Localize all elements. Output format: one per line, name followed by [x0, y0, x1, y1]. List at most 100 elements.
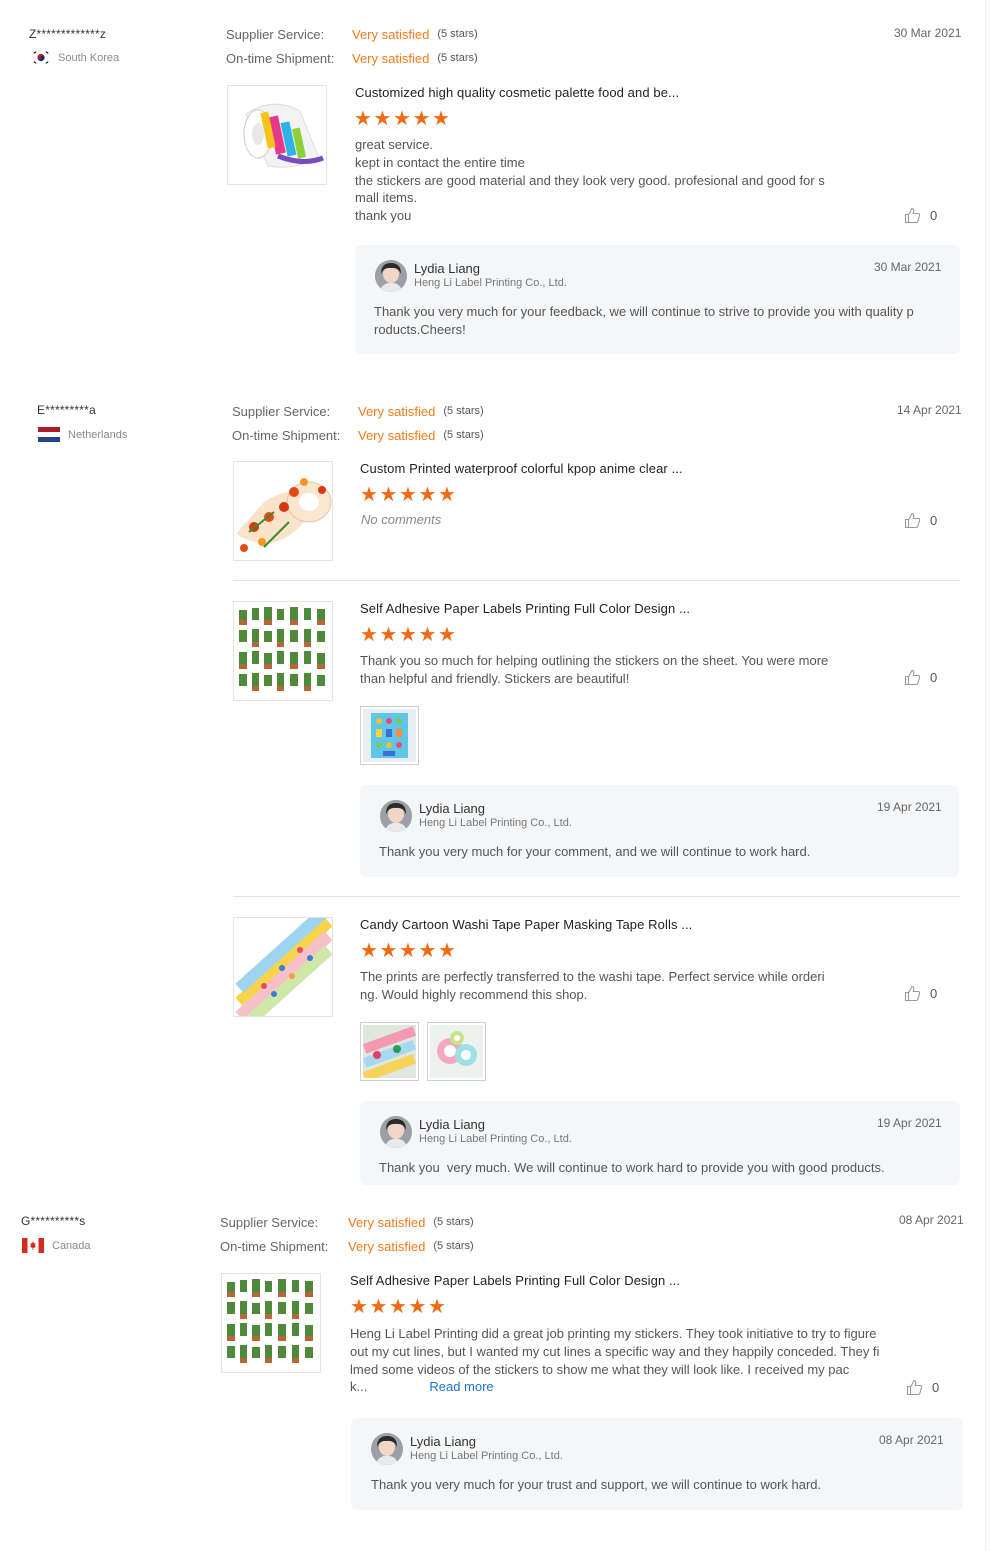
review-photo[interactable]: [427, 1022, 486, 1081]
avatar: [380, 800, 412, 832]
like-button[interactable]: 0: [906, 1379, 939, 1396]
shipment-row: On-time Shipment: Very satisfied (5 star…: [220, 1234, 474, 1258]
star-icon: ★: [438, 484, 456, 506]
comment-line: thank you: [355, 208, 412, 224]
product-title[interactable]: Candy Cartoon Washi Tape Paper Masking T…: [360, 917, 692, 932]
comment-line: the stickers are good material and they …: [355, 172, 825, 188]
reply-date: 19 Apr 2021: [877, 800, 942, 814]
review-comment: Heng Li Label Printing did a great job p…: [350, 1325, 879, 1396]
supplier-service-stars: (5 stars): [437, 28, 478, 40]
shipment-label: On-time Shipment:: [226, 50, 335, 66]
comment-line: k... Read more: [350, 1378, 879, 1396]
shipment-row: On-time Shipment: Very satisfied (5 star…: [226, 46, 478, 70]
buyer-name: Z*************z: [29, 27, 107, 41]
buyer-country: Canada: [22, 1238, 91, 1253]
like-count: 0: [932, 1380, 940, 1395]
comment-line: kept in contact the entire time: [355, 154, 525, 170]
reply-line: Thank you very much. We will continue to…: [379, 1160, 885, 1175]
star-icon: ★: [399, 484, 417, 506]
buyer-name: E*********a: [37, 403, 96, 417]
star-icon: ★: [360, 624, 378, 646]
comment-line: out my cut lines, but I wanted my cut li…: [350, 1343, 880, 1359]
shipment-stars: (5 stars): [443, 429, 484, 441]
supplier-service-label: Supplier Service:: [232, 403, 331, 419]
shipment-value: Very satisfied: [358, 427, 436, 443]
star-icon: ★: [438, 624, 456, 646]
supplier-reply: Lydia Liang Heng Li Label Printing Co., …: [355, 245, 960, 354]
shipment-label: On-time Shipment:: [232, 427, 341, 443]
product-title[interactable]: Self Adhesive Paper Labels Printing Full…: [360, 601, 690, 616]
comment-line: ng. Would highly recommend this shop.: [360, 986, 588, 1002]
supplier-service-row: Supplier Service: Very satisfied (5 star…: [232, 399, 484, 423]
like-button[interactable]: 0: [904, 669, 937, 686]
like-button[interactable]: 0: [904, 207, 937, 224]
product-divider: [233, 580, 960, 581]
shipment-value: Very satisfied: [352, 50, 430, 66]
product-title[interactable]: Customized high quality cosmetic palette…: [355, 85, 679, 100]
star-icon: ★: [399, 940, 417, 962]
star-icon: ★: [354, 108, 372, 130]
like-count: 0: [930, 670, 938, 685]
supplier-service-value: Very satisfied: [358, 403, 436, 419]
product-thumbnail[interactable]: [227, 85, 327, 185]
star-icon: ★: [432, 108, 450, 130]
netherlands-flag-icon: [38, 427, 60, 442]
review-date: 08 Apr 2021: [899, 1213, 964, 1227]
star-icon: ★: [438, 940, 456, 962]
star-icon: ★: [412, 108, 431, 130]
product-rating: ★ ★ ★ ★ ★: [360, 485, 458, 505]
product-divider: [233, 896, 960, 897]
country-label: Netherlands: [68, 428, 128, 441]
product-rating: ★ ★ ★ ★ ★: [354, 109, 452, 129]
thumbs-up-icon: [904, 985, 921, 1002]
thumbs-up-icon: [904, 512, 921, 529]
star-icon: ★: [418, 940, 437, 962]
canada-flag-icon: [22, 1238, 44, 1253]
supplier-service-row: Supplier Service: Very satisfied (5 star…: [220, 1210, 474, 1234]
thumbs-up-icon: [904, 207, 921, 224]
like-button[interactable]: 0: [904, 985, 937, 1002]
reply-line: roducts.Cheers!: [374, 322, 466, 337]
comment-line: The prints are perfectly transferred to …: [360, 969, 825, 984]
star-icon: ★: [428, 1296, 446, 1318]
supplier-service-stars: (5 stars): [443, 405, 484, 417]
like-button[interactable]: 0: [904, 512, 937, 529]
review-comment: The prints are perfectly transferred to …: [360, 968, 825, 1004]
product-thumbnail[interactable]: [233, 917, 333, 1017]
like-count: 0: [930, 986, 938, 1001]
review-photo[interactable]: [360, 1022, 419, 1081]
star-icon: ★: [369, 1296, 388, 1318]
buyer-name: G**********s: [21, 1214, 86, 1228]
comment-line: than helpful and friendly. Stickers are …: [360, 670, 630, 686]
supplier-reply: Lydia Liang Heng Li Label Printing Co., …: [360, 785, 959, 877]
product-thumbnail[interactable]: [233, 601, 333, 701]
avatar: [380, 1116, 412, 1148]
product-rating: ★ ★ ★ ★ ★: [350, 1297, 448, 1317]
star-icon: ★: [408, 1296, 427, 1318]
product-title[interactable]: Custom Printed waterproof colorful kpop …: [360, 461, 683, 476]
shipment-row: On-time Shipment: Very satisfied (5 star…: [232, 423, 484, 447]
review-photo[interactable]: [360, 706, 419, 765]
star-icon: ★: [389, 1296, 407, 1318]
star-icon: ★: [350, 1296, 368, 1318]
product-title[interactable]: Self Adhesive Paper Labels Printing Full…: [350, 1273, 680, 1288]
reply-author-name: Lydia Liang: [419, 1117, 486, 1132]
ratings-block: Supplier Service: Very satisfied (5 star…: [220, 1210, 474, 1258]
supplier-reply: Lydia Liang Heng Li Label Printing Co., …: [351, 1418, 963, 1510]
product-thumbnail[interactable]: [233, 461, 333, 561]
star-icon: ★: [360, 484, 378, 506]
country-label: South Korea: [58, 51, 120, 64]
ratings-block: Supplier Service: Very satisfied (5 star…: [232, 399, 484, 447]
supplier-service-row: Supplier Service: Very satisfied (5 star…: [226, 22, 478, 46]
read-more-link[interactable]: Read more: [429, 1379, 493, 1394]
thumbs-up-icon: [904, 669, 921, 686]
product-thumbnail[interactable]: [221, 1273, 321, 1373]
supplier-reply: Lydia Liang Heng Li Label Printing Co., …: [360, 1101, 960, 1185]
supplier-service-label: Supplier Service:: [226, 26, 325, 42]
product-rating: ★ ★ ★ ★ ★: [360, 625, 458, 645]
supplier-service-label: Supplier Service:: [220, 1214, 319, 1230]
ratings-block: Supplier Service: Very satisfied (5 star…: [226, 22, 478, 70]
avatar: [371, 1433, 403, 1465]
reply-text: Thank you very much. We will continue to…: [379, 1159, 885, 1177]
comment-line: great service.: [355, 137, 434, 152]
